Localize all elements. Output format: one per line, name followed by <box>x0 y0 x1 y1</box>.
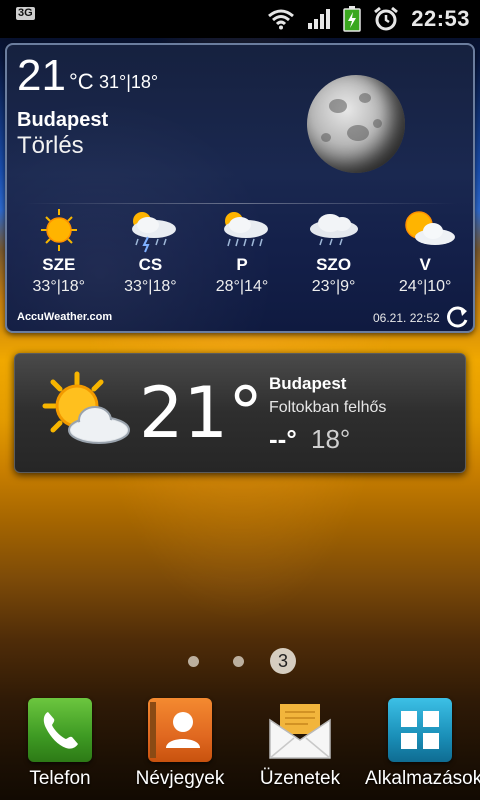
dock-item-apps[interactable]: Alkalmazások <box>365 698 480 790</box>
high-low-temperature: 31°|18° <box>99 72 159 92</box>
wifi-icon <box>268 9 295 30</box>
forecast-day-range: 33°|18° <box>124 278 177 295</box>
current-temperature: 21° <box>139 372 264 454</box>
current-page-indicator[interactable]: 3 <box>270 648 296 674</box>
forecast-day: CS 33°|18° <box>105 205 195 300</box>
district-name: Törlés <box>17 132 84 159</box>
3g-signal-icon: 3G <box>16 7 35 20</box>
forecast-day-name: P <box>236 255 248 274</box>
alarm-clock-icon <box>374 6 399 31</box>
page-dot[interactable] <box>188 656 199 667</box>
current-temperature: 21 <box>17 51 66 100</box>
high-temperature: --° <box>269 424 297 454</box>
weather-condition: Foltokban felhős <box>269 399 387 416</box>
refresh-icon[interactable] <box>444 304 470 330</box>
page-indicator[interactable]: 3 <box>180 648 300 674</box>
rain-sun-icon <box>223 212 268 247</box>
forecast-day-range: 33°|18° <box>32 278 86 295</box>
forecast-day: P 28°|14° <box>197 205 287 300</box>
accuweather-widget[interactable]: 21 °C 31°|18° Budapest Törlés SZE 33°|18… <box>5 43 475 333</box>
dock-item-messages[interactable]: Üzenetek <box>245 698 355 790</box>
dock-item-contacts[interactable]: Névjegyek <box>125 698 235 790</box>
divider <box>23 203 457 204</box>
network-type-label: 3G <box>18 7 33 19</box>
partly-cloudy-icon <box>405 211 456 245</box>
forecast-day-range: 24°|10° <box>398 278 452 295</box>
forecast-day: SZO 23°|9° <box>289 205 379 300</box>
forecast-day-range: 28°|14° <box>215 278 269 295</box>
app-label: Alkalmazások <box>365 768 480 789</box>
forecast-day-range: 23°|9° <box>311 278 356 295</box>
status-icons: 22:53 <box>267 4 470 34</box>
app-label: Telefon <box>29 768 91 789</box>
forecast-day: V 24°|10° <box>380 205 470 300</box>
cloud-rain-icon <box>309 214 358 246</box>
forecast-day: SZE 33°|18° <box>14 205 104 300</box>
dock: Telefon Névjegyek Üzenetek Alkalmazások <box>0 690 480 800</box>
forecast-day-name: CS <box>138 255 163 274</box>
forecast-row: SZE 33°|18° CS 33°|18° P 28°|14° SZO 23°… <box>7 205 473 300</box>
phone-icon[interactable] <box>28 698 92 762</box>
forecast-day-name: SZO <box>316 255 352 274</box>
status-bar[interactable]: 3G 22:53 <box>0 0 480 38</box>
battery-charging-icon <box>343 6 361 32</box>
accuweather-logo[interactable]: AccuWeather.com <box>17 311 112 323</box>
last-updated: 06.21. 22:52 <box>373 311 440 325</box>
low-temperature: 18° <box>311 424 351 454</box>
apps-grid-icon[interactable] <box>388 698 452 762</box>
app-label: Üzenetek <box>259 768 341 789</box>
clock-time: 22:53 <box>411 6 470 31</box>
dock-item-phone[interactable]: Telefon <box>5 698 115 790</box>
page-dot[interactable] <box>233 656 244 667</box>
city-name: Budapest <box>269 374 347 393</box>
forecast-day-name: SZE <box>42 255 76 274</box>
signal-bars-icon <box>308 9 331 29</box>
weather-widget[interactable]: 21° Budapest Foltokban felhős --° 18° <box>14 353 466 473</box>
thunderstorm-sun-icon <box>132 212 177 253</box>
temperature-unit: °C <box>69 69 94 94</box>
city-name: Budapest <box>17 109 109 131</box>
app-label: Névjegyek <box>135 768 225 789</box>
moon-icon <box>307 75 405 173</box>
envelope-icon[interactable] <box>268 698 332 762</box>
forecast-day-name: V <box>419 255 431 274</box>
sunny-icon <box>40 209 77 251</box>
partly-cloudy-icon <box>42 371 130 444</box>
contacts-icon[interactable] <box>148 698 212 762</box>
